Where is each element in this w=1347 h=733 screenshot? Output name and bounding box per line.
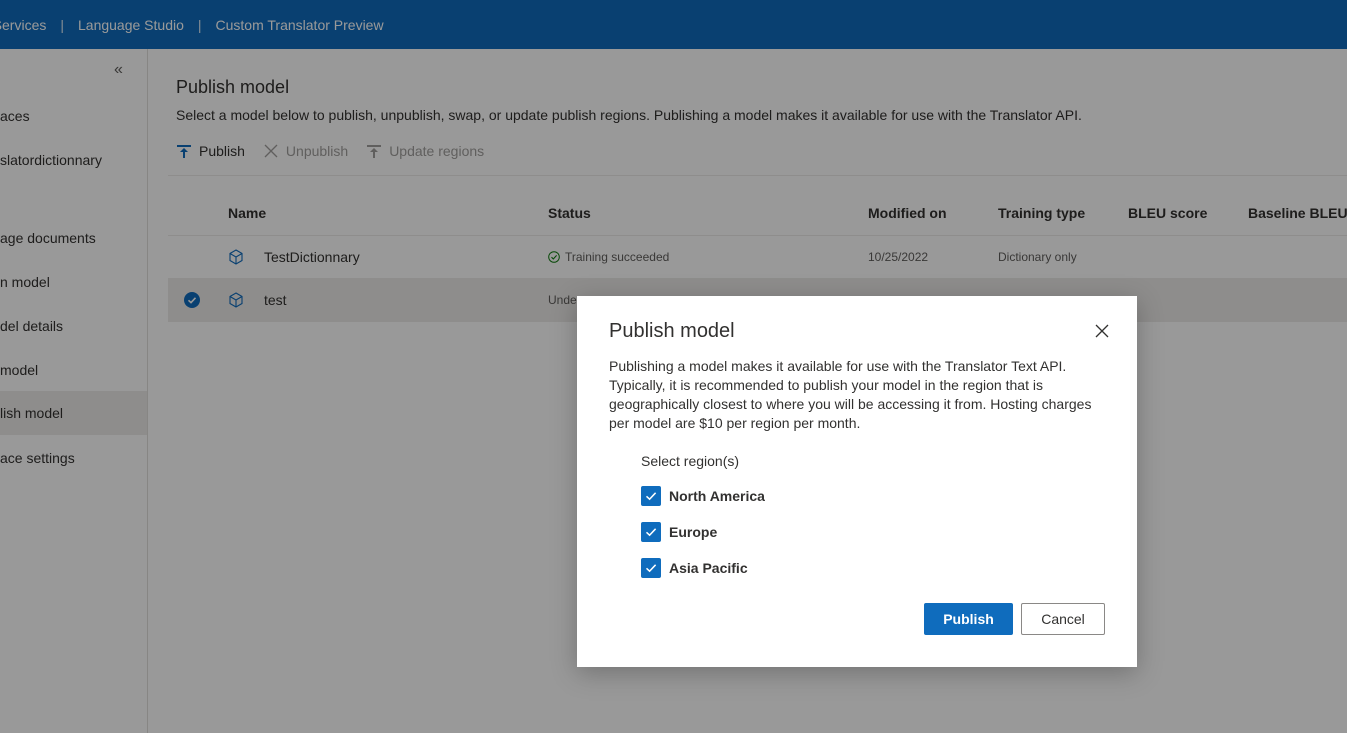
dialog-description: Publishing a model makes it available fo… — [609, 358, 1092, 431]
region-checkbox-asia-pacific[interactable]: Asia Pacific — [641, 558, 748, 578]
dialog-title: Publish model — [609, 320, 735, 342]
region-label: North America — [669, 488, 765, 504]
cancel-button[interactable]: Cancel — [1021, 603, 1105, 635]
checkbox-checked-icon[interactable] — [641, 486, 661, 506]
region-checkbox-north-america[interactable]: North America — [641, 486, 765, 506]
close-icon[interactable] — [1094, 323, 1110, 339]
region-label: Europe — [669, 524, 718, 540]
checkbox-checked-icon[interactable] — [641, 558, 661, 578]
region-checkbox-europe[interactable]: Europe — [641, 522, 717, 542]
select-regions-label: Select region(s) — [641, 453, 740, 469]
publish-button[interactable]: Publish — [924, 603, 1013, 635]
checkbox-checked-icon[interactable] — [641, 522, 661, 542]
publish-model-dialog: Publish model Publishing a model makes i… — [577, 296, 1137, 667]
region-label: Asia Pacific — [669, 560, 748, 576]
